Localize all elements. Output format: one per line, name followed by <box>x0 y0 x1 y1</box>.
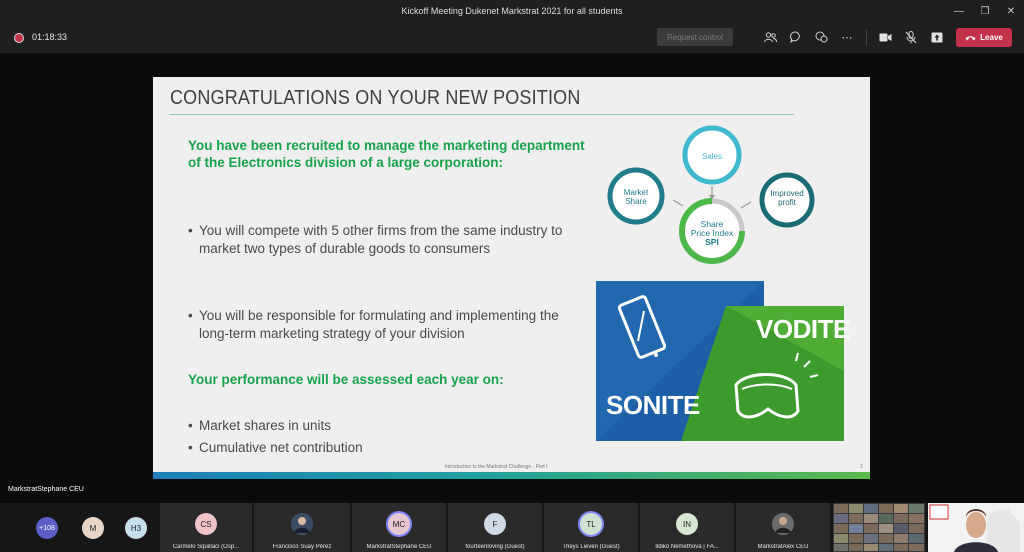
sales-label: Sales <box>701 151 722 161</box>
person-video-icon <box>291 513 313 535</box>
participant-name: Ildikó Némethová | FA... <box>655 544 719 550</box>
chat-icon[interactable] <box>788 29 804 45</box>
leave-button[interactable]: Leave <box>956 28 1012 47</box>
vodite-brand-label: VODITE <box>756 314 850 344</box>
performance-heading: Your performance will be assessed each y… <box>188 372 504 387</box>
self-video-thumbnail[interactable] <box>928 503 1024 552</box>
person-video-icon <box>772 513 794 535</box>
bullet-responsible: You will be responsible for formulating … <box>188 307 588 342</box>
recording-icon <box>15 34 23 42</box>
presenter-label: MarkstratStephane CEU <box>8 486 84 493</box>
bullet-net-contribution: Cumulative net contribution <box>188 439 488 457</box>
participants-icon[interactable] <box>762 29 778 45</box>
spi-label-line3: SPI <box>705 236 719 247</box>
sonite-brand-label: SONITE <box>606 390 700 420</box>
reactions-icon[interactable] <box>813 29 829 45</box>
bullet-market-share: Market shares in units <box>188 417 488 435</box>
gallery-video-thumbnail[interactable] <box>833 503 925 552</box>
avatar: F <box>484 513 506 535</box>
avatar: MC <box>388 513 410 535</box>
participant-tile[interactable]: MC MarkstratStephane CEU <box>352 503 446 552</box>
participant-name: MarkstratStephane CEU <box>366 544 432 550</box>
minimize-icon[interactable]: — <box>946 0 972 22</box>
participant-name: Carmelo Squillaci (Osp... <box>172 544 240 550</box>
participant-name: MarkstratAlex CEU <box>757 544 809 550</box>
slide-bottom-bar <box>153 472 870 479</box>
leave-label: Leave <box>980 33 1003 42</box>
overflow-participants-button[interactable]: +108 <box>36 517 58 539</box>
close-icon[interactable]: ✕ <box>998 0 1024 22</box>
request-control-button[interactable]: Request control <box>657 28 733 46</box>
arrow-market-share <box>672 199 684 207</box>
restore-icon[interactable]: ❐ <box>972 0 998 22</box>
participant-strip: +108 M H3 CS Carmelo Squillaci (Osp... F… <box>0 503 1024 552</box>
avatar <box>291 513 313 535</box>
improved-profit-label: Improved profit <box>770 189 804 207</box>
slide-footer: Introduction to the Markstrat Challenge … <box>445 464 548 470</box>
meeting-timer: 01:18:33 <box>32 32 68 42</box>
participant-name: Francisco Suay Pérez <box>272 544 332 550</box>
title-bar: Kickoff Meeting Dukenet Markstrat 2021 f… <box>0 0 1024 22</box>
participant-tile[interactable]: CS Carmelo Squillaci (Osp... <box>160 503 252 552</box>
window-title: Kickoff Meeting Dukenet Markstrat 2021 f… <box>401 6 623 16</box>
shared-content-stage: CONGRATULATIONS ON YOUR NEW POSITION You… <box>0 55 1024 503</box>
participant-tile[interactable]: F fourteenloving (Guest) <box>448 503 542 552</box>
avatar: CS <box>195 513 217 535</box>
slide-page-number: 2 <box>860 464 863 470</box>
share-screen-icon[interactable] <box>929 29 945 45</box>
slide-title: CONGRATULATIONS ON YOUR NEW POSITION <box>170 87 581 109</box>
participant-tile[interactable]: Francisco Suay Pérez <box>254 503 350 552</box>
toolbar-divider <box>866 30 867 46</box>
hang-up-icon <box>965 35 976 40</box>
avatar: IN <box>676 513 698 535</box>
market-share-label: Market Share <box>623 188 649 206</box>
participant-tile[interactable]: IN Ildikó Némethová | FA... <box>640 503 734 552</box>
participant-name: Theys Lieven (Guest) <box>562 544 620 550</box>
arrow-profit <box>740 201 752 209</box>
shared-slide: CONGRATULATIONS ON YOUR NEW POSITION You… <box>153 77 870 479</box>
more-options-icon[interactable]: ⋯ <box>839 29 855 45</box>
meeting-toolbar: 01:18:33 Request control ⋯ Leave <box>0 22 1024 54</box>
avatar-h3[interactable]: H3 <box>125 517 147 539</box>
teams-meeting-window: Kickoff Meeting Dukenet Markstrat 2021 f… <box>0 0 1024 552</box>
intro-heading: You have been recruited to manage the ma… <box>188 138 585 170</box>
microphone-muted-icon[interactable] <box>903 29 919 45</box>
avatar <box>772 513 794 535</box>
avatar: TL <box>580 513 602 535</box>
participant-tile[interactable]: TL Theys Lieven (Guest) <box>544 503 638 552</box>
window-controls: — ❐ ✕ <box>946 0 1024 22</box>
title-underline <box>169 114 794 115</box>
participant-tile[interactable]: MarkstratAlex CEU <box>736 503 830 552</box>
bullet-compete: You will compete with 5 other firms from… <box>188 222 583 257</box>
participant-name: fourteenloving (Guest) <box>465 544 525 550</box>
avatar-m[interactable]: M <box>82 517 104 539</box>
camera-icon[interactable] <box>877 29 893 45</box>
